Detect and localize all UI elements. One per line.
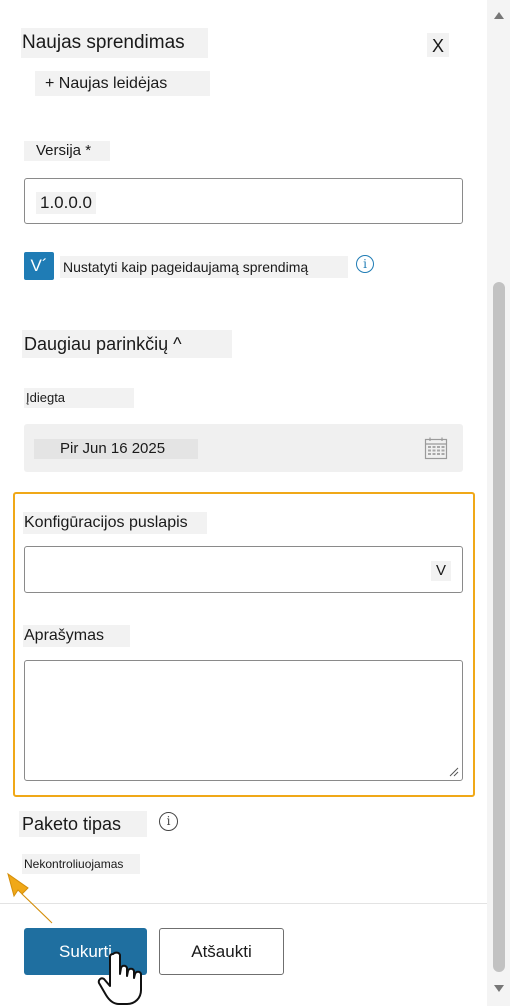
scroll-up-arrow-icon[interactable]	[492, 9, 506, 23]
footer-divider	[0, 903, 487, 904]
new-solution-panel: Naujas sprendimas X + Naujas leidėjas Ve…	[0, 0, 510, 1006]
panel-title: Naujas sprendimas	[21, 28, 208, 58]
info-icon[interactable]: i	[159, 812, 178, 831]
hand-cursor-icon	[97, 951, 142, 1005]
chevron-down-icon: V	[431, 561, 451, 581]
cancel-button[interactable]: Atšaukti	[159, 928, 284, 975]
version-value: 1.0.0.0	[36, 192, 96, 214]
preferred-solution-label: Nustatyti kaip pageidaujamą sprendimą	[60, 256, 348, 278]
installed-label: Įdiegta	[24, 388, 134, 408]
description-textarea[interactable]	[24, 660, 463, 781]
calendar-icon[interactable]	[424, 436, 448, 460]
version-label: Versija *	[24, 141, 110, 161]
preferred-solution-checkbox[interactable]: V´	[24, 252, 54, 280]
version-input[interactable]: 1.0.0.0	[24, 178, 463, 224]
installed-date-field[interactable]: Pir Jun 16 2025	[24, 424, 463, 472]
arrow-pointer-icon	[7, 872, 53, 924]
more-options-toggle[interactable]: Daugiau parinkčių ^	[22, 330, 232, 358]
scroll-down-arrow-icon[interactable]	[492, 981, 506, 995]
installed-date-value: Pir Jun 16 2025	[34, 439, 198, 459]
config-page-label: Konfigūracijos puslapis	[23, 512, 207, 534]
package-type-label: Paketo tipas	[19, 811, 147, 837]
config-page-select[interactable]: V	[24, 546, 463, 593]
new-publisher-button[interactable]: + Naujas leidėjas	[35, 71, 210, 96]
close-button[interactable]: X	[427, 33, 449, 57]
info-icon[interactable]: i	[356, 255, 374, 273]
resize-grip-icon[interactable]	[449, 767, 459, 777]
description-label: Aprašymas	[23, 625, 130, 647]
scrollbar-thumb[interactable]	[493, 282, 505, 972]
